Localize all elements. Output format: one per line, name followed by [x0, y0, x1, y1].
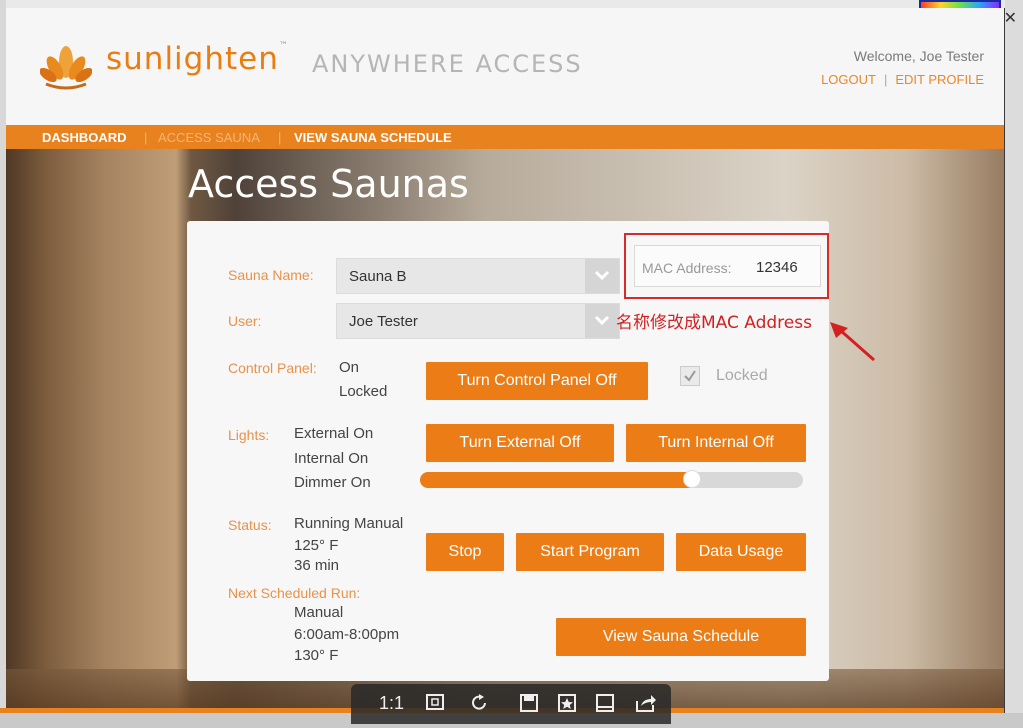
- status-time-remaining: 36 min: [294, 557, 340, 574]
- window-icon[interactable]: [595, 693, 615, 718]
- chevron-down-icon: [585, 259, 619, 293]
- lights-label: Lights:: [228, 427, 270, 443]
- control-panel-state: On: [339, 359, 360, 376]
- view-sauna-schedule-button[interactable]: View Sauna Schedule: [556, 618, 806, 656]
- viewer-toolbar: 1:1: [351, 684, 671, 724]
- next-scheduled-run-label: Next Scheduled Run:: [228, 585, 361, 601]
- user-select[interactable]: Joe Tester: [336, 303, 620, 339]
- turn-external-off-button[interactable]: Turn External Off: [426, 424, 614, 462]
- lights-external-status: External On: [294, 425, 374, 442]
- turn-control-panel-off-button[interactable]: Turn Control Panel Off: [426, 362, 648, 400]
- status-mode: Running Manual: [294, 515, 404, 532]
- sauna-name-select[interactable]: Sauna B: [336, 258, 620, 294]
- fit-window-icon[interactable]: [425, 693, 445, 716]
- rotate-icon[interactable]: [469, 693, 489, 718]
- checkmark-icon: [684, 370, 696, 382]
- trademark: ™: [278, 41, 289, 51]
- nav-view-sauna-schedule[interactable]: VIEW SAUNA SCHEDULE: [294, 130, 452, 145]
- mac-address-label: MAC Address:: [642, 260, 732, 276]
- link-separator: |: [883, 72, 888, 87]
- next-run-temperature: 130° F: [294, 647, 339, 664]
- user-label: User:: [228, 313, 262, 329]
- mac-address-value: 12346: [756, 259, 798, 276]
- close-icon[interactable]: ✕: [1004, 8, 1017, 28]
- locked-checkbox[interactable]: [680, 366, 700, 386]
- header: sunlighten™ ANYWHERE ACCESS Welcome, Joe…: [6, 8, 1004, 125]
- chevron-down-icon: [585, 304, 619, 338]
- nav-dashboard[interactable]: DASHBOARD: [42, 130, 127, 145]
- main-nav: DASHBOARD | ACCESS SAUNA | VIEW SAUNA SC…: [6, 125, 1004, 149]
- data-usage-button[interactable]: Data Usage: [676, 533, 806, 571]
- stop-button[interactable]: Stop: [426, 533, 504, 571]
- edit-profile-link[interactable]: EDIT PROFILE: [895, 72, 984, 87]
- control-panel-label: Control Panel:: [228, 360, 317, 376]
- annotation-text: 名称修改成MAC Address: [616, 313, 812, 333]
- logout-link[interactable]: LOGOUT: [821, 72, 876, 87]
- screenshot-frame: ✕ sunlighten™ ANYWHERE ACCESS Welcome, J…: [0, 0, 1023, 728]
- sauna-name-value: Sauna B: [349, 268, 407, 285]
- save-icon[interactable]: [519, 693, 539, 718]
- brand-name: sunlighten™: [106, 41, 289, 77]
- tagline: ANYWHERE ACCESS: [312, 50, 583, 78]
- outer-window-right: [1005, 0, 1023, 728]
- dimmer-slider[interactable]: [420, 472, 803, 488]
- favorite-icon[interactable]: [557, 693, 577, 718]
- nav-separator: |: [278, 130, 282, 145]
- actual-size-button[interactable]: 1:1: [379, 693, 404, 714]
- status-label: Status:: [228, 517, 272, 533]
- user-value: Joe Tester: [349, 313, 418, 330]
- share-icon[interactable]: [635, 693, 657, 718]
- sauna-name-label: Sauna Name:: [228, 267, 314, 283]
- annotation-arrow-icon: [830, 322, 875, 362]
- nav-access-sauna[interactable]: ACCESS SAUNA: [158, 130, 260, 145]
- nav-separator: |: [144, 130, 148, 145]
- lights-dimmer-status: Dimmer On: [294, 474, 371, 491]
- dimmer-slider-thumb[interactable]: [682, 470, 701, 488]
- header-links: LOGOUT | EDIT PROFILE: [821, 72, 984, 87]
- welcome-text: Welcome, Joe Tester: [853, 48, 984, 64]
- outer-window-top: [0, 0, 1023, 8]
- control-panel-lock-state: Locked: [339, 383, 388, 400]
- lights-internal-status: Internal On: [294, 450, 369, 467]
- locked-checkbox-label: Locked: [716, 367, 768, 384]
- dimmer-slider-fill: [420, 472, 692, 488]
- lotus-logo-icon: [40, 46, 92, 90]
- turn-internal-off-button[interactable]: Turn Internal Off: [626, 424, 806, 462]
- next-run-mode: Manual: [294, 604, 344, 621]
- start-program-button[interactable]: Start Program: [516, 533, 664, 571]
- page-title: Access Saunas: [188, 162, 469, 206]
